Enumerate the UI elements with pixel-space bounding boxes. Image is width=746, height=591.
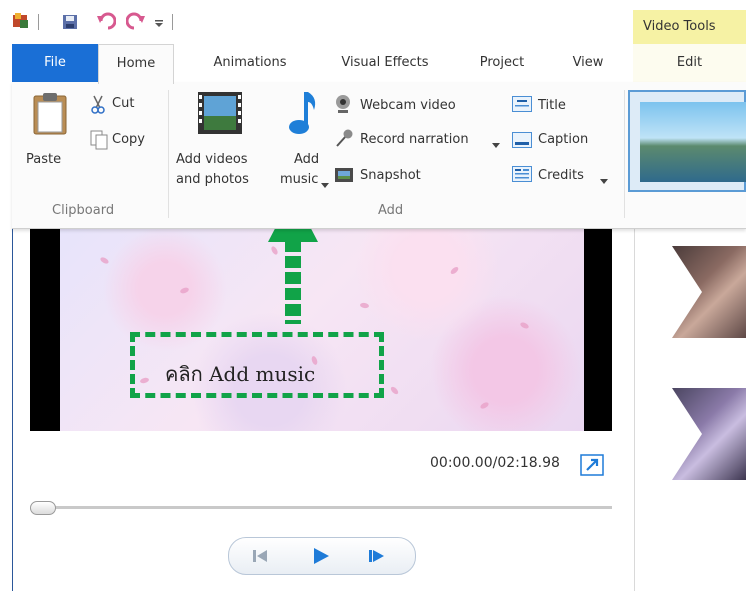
clipboard-group-label: Clipboard (52, 203, 115, 218)
preview-video-frame (60, 228, 584, 431)
petal (179, 286, 190, 295)
copy-button[interactable]: Copy (112, 132, 145, 147)
undo-icon[interactable] (96, 12, 117, 34)
tab-animations[interactable]: Animations (196, 44, 304, 82)
petal (449, 265, 460, 276)
seek-bar[interactable] (34, 506, 612, 509)
caption-button[interactable]: Caption (538, 132, 588, 147)
tab-edit[interactable]: Edit (633, 44, 746, 82)
add-music-dropdown-icon[interactable] (321, 178, 329, 193)
record-narration-button[interactable]: Record narration (360, 132, 469, 147)
webcam-icon[interactable] (334, 94, 352, 118)
add-videos-icon[interactable] (198, 92, 242, 138)
petal (359, 302, 370, 309)
video-tools-contextual-header: Video Tools (633, 10, 746, 46)
snapshot-button[interactable]: Snapshot (360, 168, 421, 183)
play-icon[interactable] (311, 546, 331, 570)
tab-home[interactable]: Home (98, 44, 174, 84)
qat-separator (172, 14, 173, 30)
add-music-line2[interactable]: music (280, 172, 318, 187)
redo-icon[interactable] (125, 12, 146, 34)
qat-separator (38, 14, 39, 30)
storyboard-clip-thumbnail[interactable] (672, 388, 746, 480)
save-icon[interactable] (62, 14, 78, 34)
petal (99, 256, 110, 265)
title-button[interactable]: Title (538, 98, 566, 113)
next-frame-icon[interactable] (367, 547, 387, 569)
storyboard-clip-thumbnail[interactable] (672, 246, 746, 338)
customize-qat-icon[interactable] (154, 18, 164, 33)
credits-button[interactable]: Credits (538, 168, 584, 183)
ribbon-group-separator (168, 90, 169, 218)
music-note-icon[interactable] (288, 90, 318, 140)
caption-icon[interactable] (512, 132, 532, 152)
record-narration-dropdown-icon[interactable] (492, 138, 500, 153)
petal (389, 385, 400, 396)
title-icon[interactable] (512, 96, 532, 116)
ribbon: Paste Cut Copy Clipboard Add videos and … (12, 82, 746, 229)
playback-controls (228, 537, 416, 575)
tab-visual-effects[interactable]: Visual Effects (324, 44, 446, 82)
credits-dropdown-icon[interactable] (600, 174, 608, 189)
seek-thumb[interactable] (30, 501, 56, 515)
paste-icon[interactable] (32, 92, 68, 140)
webcam-video-button[interactable]: Webcam video (360, 98, 456, 113)
fullscreen-preview-icon[interactable] (580, 454, 604, 480)
copy-icon[interactable] (90, 130, 108, 154)
credits-icon[interactable] (512, 166, 532, 186)
video-tools-label: Video Tools (643, 19, 716, 34)
microphone-icon[interactable] (334, 128, 354, 152)
petal (519, 321, 530, 330)
cut-button[interactable]: Cut (112, 96, 134, 111)
add-group-label: Add (378, 203, 404, 218)
annotation-arrow-shaft (285, 240, 301, 324)
petal (479, 401, 490, 410)
playback-time: 00:00.00/02:18.98 (430, 455, 560, 471)
paste-button[interactable]: Paste (26, 152, 61, 167)
cut-icon[interactable] (88, 94, 108, 118)
storyboard-divider (634, 228, 635, 591)
snapshot-icon[interactable] (334, 166, 354, 188)
petal (270, 245, 279, 256)
tab-view[interactable]: View (558, 44, 618, 82)
tab-file[interactable]: File (12, 44, 98, 82)
app-icon[interactable] (12, 12, 30, 30)
add-videos-line1[interactable]: Add videos (176, 152, 248, 167)
add-videos-line2[interactable]: and photos (176, 172, 249, 187)
ribbon-group-separator (624, 90, 625, 218)
add-music-line1[interactable]: Add (294, 152, 319, 167)
theme-thumbnail[interactable] (628, 90, 746, 192)
tab-project[interactable]: Project (466, 44, 538, 82)
previous-frame-icon[interactable] (251, 547, 271, 569)
annotation-label: คลิก Add music (165, 362, 316, 386)
